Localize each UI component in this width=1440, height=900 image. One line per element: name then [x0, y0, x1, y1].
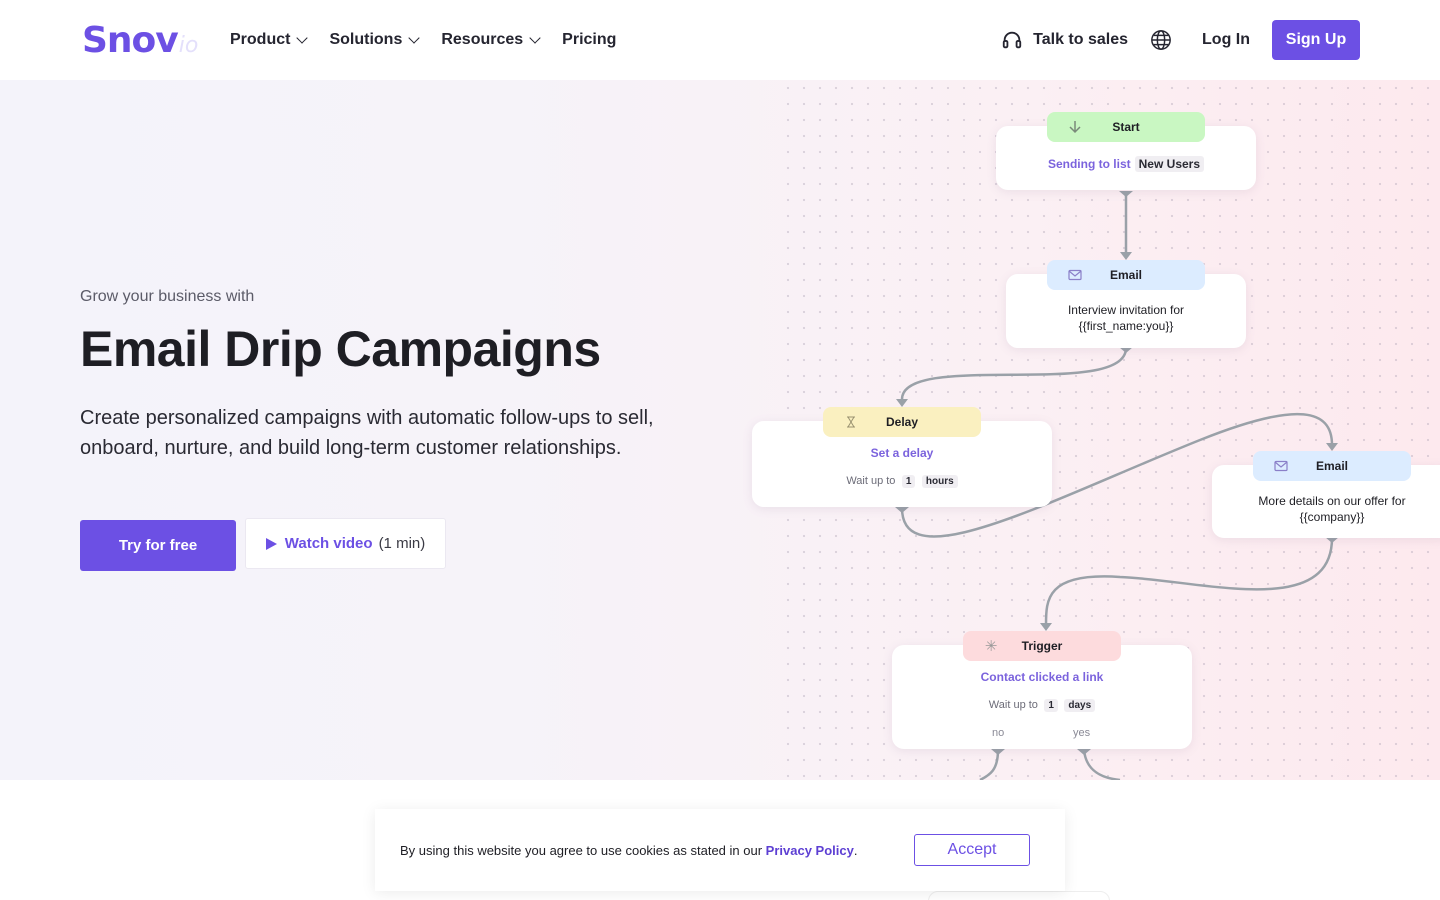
hero-section: Grow your business with Email Drip Campa… — [0, 80, 1440, 780]
list-name-chip: New Users — [1134, 156, 1205, 172]
talk-to-sales-label: Talk to sales — [1033, 31, 1129, 48]
email-2-subject-line-1: More details on our offer for — [1258, 494, 1406, 508]
chevron-down-icon — [529, 32, 541, 44]
delay-wait-label: Wait up to — [846, 475, 896, 487]
start-node-title: Start — [1112, 120, 1140, 134]
branch-no-label: no — [992, 727, 1005, 739]
login-link[interactable]: Log In — [1202, 31, 1250, 49]
email-node-header: Email — [1047, 260, 1205, 290]
nav-resources-label: Resources — [441, 31, 524, 48]
delay-unit-chip: hours — [921, 475, 958, 488]
header-actions: Talk to sales Log In Sign Up — [1001, 0, 1360, 80]
flow-node-trigger[interactable]: ✳ Trigger Contact clicked a link Wait up… — [892, 631, 1192, 749]
top-navbar: Snov io Product Solutions Resources Pric… — [0, 0, 1440, 80]
nav-pricing-label: Pricing — [562, 31, 617, 48]
sending-to-list-label: Sending to list — [1047, 157, 1131, 171]
cookie-banner: By using this website you agree to use c… — [375, 809, 1065, 891]
trigger-unit-chip: days — [1064, 699, 1096, 712]
headset-icon — [1002, 31, 1022, 49]
delay-node-header: Delay — [823, 407, 981, 437]
flow-node-delay[interactable]: Delay Set a delay Wait up to 1 hours — [752, 407, 1052, 507]
nav-resources[interactable]: Resources — [441, 31, 541, 49]
start-node-header: Start — [1047, 112, 1205, 142]
trigger-wait-label: Wait up to — [988, 699, 1038, 711]
accept-cookies-button[interactable]: Accept — [914, 834, 1030, 866]
trigger-node-header: ✳ Trigger — [963, 631, 1121, 661]
chevron-down-icon — [408, 32, 421, 44]
arrow-down-icon — [1067, 119, 1083, 135]
peeking-card — [928, 891, 1110, 900]
connector-trigger-yes — [1082, 749, 1121, 780]
nav-solutions[interactable]: Solutions — [329, 31, 421, 49]
signup-button[interactable]: Sign Up — [1272, 20, 1360, 60]
delay-amount-chip: 1 — [901, 475, 916, 488]
email-node-title: Email — [1109, 268, 1142, 282]
email-subject-line-1: Interview invitation for — [1067, 303, 1185, 317]
set-delay-link[interactable]: Set a delay — [752, 446, 1052, 460]
talk-to-sales-link[interactable]: Talk to sales — [1001, 29, 1128, 51]
chevron-down-icon — [296, 32, 309, 44]
nav-product-label: Product — [230, 31, 291, 48]
sparkle-icon: ✳ — [984, 638, 998, 655]
logo-main-text: Snov — [82, 20, 179, 61]
nav-solutions-label: Solutions — [329, 31, 403, 48]
logo-sub-text: io — [178, 33, 199, 58]
envelope-icon — [1273, 458, 1289, 474]
nav-pricing[interactable]: Pricing — [562, 31, 616, 49]
privacy-policy-link[interactable]: Privacy Policy — [766, 843, 854, 858]
email-subject-line-2: {{first_name:you}} — [1078, 319, 1174, 333]
main-nav: Product Solutions Resources Pricing — [230, 0, 616, 80]
envelope-icon — [1067, 267, 1083, 283]
cookie-period: . — [853, 842, 858, 858]
flow-node-email-1[interactable]: Email Interview invitation for {{first_n… — [1006, 260, 1246, 348]
connector-email2-trigger — [1044, 537, 1334, 626]
email-2-subject-line-2: {{company}} — [1299, 510, 1365, 524]
trigger-node-title: Trigger — [1021, 639, 1063, 653]
trigger-condition-link[interactable]: Contact clicked a link — [892, 670, 1192, 684]
nav-product[interactable]: Product — [230, 31, 309, 49]
email-node-2-title: Email — [1315, 459, 1348, 473]
snov-logo[interactable]: Snov io — [82, 20, 198, 61]
branch-yes-label: yes — [1073, 727, 1091, 739]
hourglass-icon — [843, 414, 859, 430]
email-node-2-header: Email — [1253, 451, 1411, 481]
flow-node-email-2[interactable]: Email More details on our offer for {{co… — [1212, 451, 1440, 538]
connector-email-delay — [900, 347, 1128, 401]
delay-node-title: Delay — [885, 415, 919, 429]
flow-node-start[interactable]: Start Sending to list New Users — [996, 112, 1256, 190]
connector-trigger-no — [979, 749, 1000, 780]
cookie-text: By using this website you agree to use c… — [400, 842, 763, 858]
trigger-amount-chip: 1 — [1044, 699, 1058, 712]
globe-icon[interactable] — [1150, 29, 1172, 51]
